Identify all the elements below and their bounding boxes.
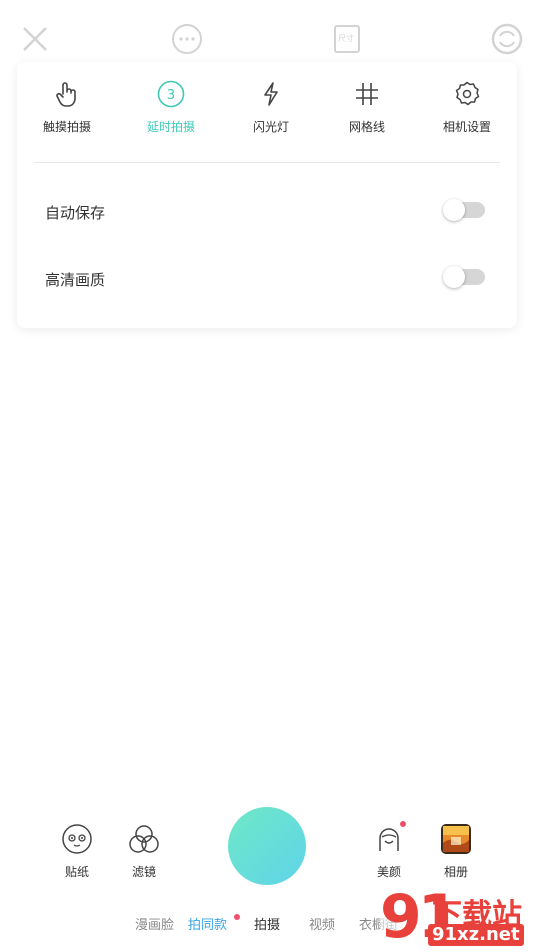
shutter-button[interactable] xyxy=(228,807,306,885)
album-thumbnail-icon xyxy=(441,824,471,854)
touch-shoot-button[interactable]: 触摸拍摄 xyxy=(17,80,117,135)
touch-shoot-label: 触摸拍摄 xyxy=(42,120,91,134)
beauty-button[interactable]: 美颜 xyxy=(359,821,419,880)
grid-label: 网格线 xyxy=(348,120,385,134)
flash-label: 闪光灯 xyxy=(252,120,289,134)
timer-shoot-button[interactable]: 3 延时拍摄 xyxy=(121,80,221,135)
sticker-label: 贴纸 xyxy=(64,865,89,879)
sticker-icon xyxy=(62,824,92,854)
divider xyxy=(34,162,500,163)
aspect-ratio-icon[interactable]: 尺寸 xyxy=(330,22,364,56)
album-button[interactable]: 相册 xyxy=(426,823,486,880)
camera-settings-label: 相机设置 xyxy=(442,120,491,134)
filter-label: 滤镜 xyxy=(131,865,156,879)
sticker-button[interactable]: 贴纸 xyxy=(47,823,107,880)
beauty-label: 美颜 xyxy=(376,865,401,879)
grid-button[interactable]: 网格线 xyxy=(317,80,417,135)
flash-button[interactable]: 闪光灯 xyxy=(221,80,321,135)
more-icon[interactable] xyxy=(170,22,204,56)
grid-icon xyxy=(356,83,378,105)
tool-row: 触摸拍摄 3 延时拍摄 闪光灯 网格线 相机设置 xyxy=(17,80,517,150)
auto-save-row: 自动保存 xyxy=(17,192,517,232)
camera-settings-button[interactable]: 相机设置 xyxy=(417,80,517,135)
beauty-badge-dot xyxy=(400,821,406,827)
timer-value: 3 xyxy=(167,88,175,103)
mode-comic-face[interactable]: 漫画脸 xyxy=(135,914,174,933)
switch-camera-icon[interactable] xyxy=(490,22,524,56)
timer-icon: 3 xyxy=(157,80,185,108)
mode-same-style[interactable]: 拍同款 xyxy=(188,914,227,933)
filter-icon xyxy=(129,825,159,853)
toggle-knob xyxy=(443,199,465,221)
beauty-icon-wrap xyxy=(373,821,406,855)
beauty-icon xyxy=(379,828,399,851)
toggle-knob xyxy=(443,266,465,288)
watermark-url: 91xz.net xyxy=(428,924,524,946)
auto-save-label: 自动保存 xyxy=(45,204,106,222)
flash-icon xyxy=(264,82,278,106)
watermark: 91 下载站 91xz.net xyxy=(380,882,534,952)
timer-shoot-label: 延时拍摄 xyxy=(146,120,195,134)
filter-button[interactable]: 滤镜 xyxy=(114,823,174,880)
mode-same-style-dot xyxy=(234,914,240,920)
hd-quality-label: 高清画质 xyxy=(45,271,106,289)
mode-video[interactable]: 视频 xyxy=(309,914,335,933)
hd-quality-row: 高清画质 xyxy=(17,259,517,299)
close-icon[interactable] xyxy=(18,22,52,56)
aspect-ratio-label: 尺寸 xyxy=(338,34,354,43)
touch-icon xyxy=(56,82,76,107)
album-label: 相册 xyxy=(443,865,468,879)
mode-photo[interactable]: 拍摄 xyxy=(254,914,280,933)
auto-save-toggle[interactable] xyxy=(443,199,485,221)
hd-quality-toggle[interactable] xyxy=(443,266,485,288)
camera-settings-panel: 触摸拍摄 3 延时拍摄 闪光灯 网格线 相机设置 自动保存 高清画质 xyxy=(17,62,517,328)
gear-icon xyxy=(455,81,480,106)
